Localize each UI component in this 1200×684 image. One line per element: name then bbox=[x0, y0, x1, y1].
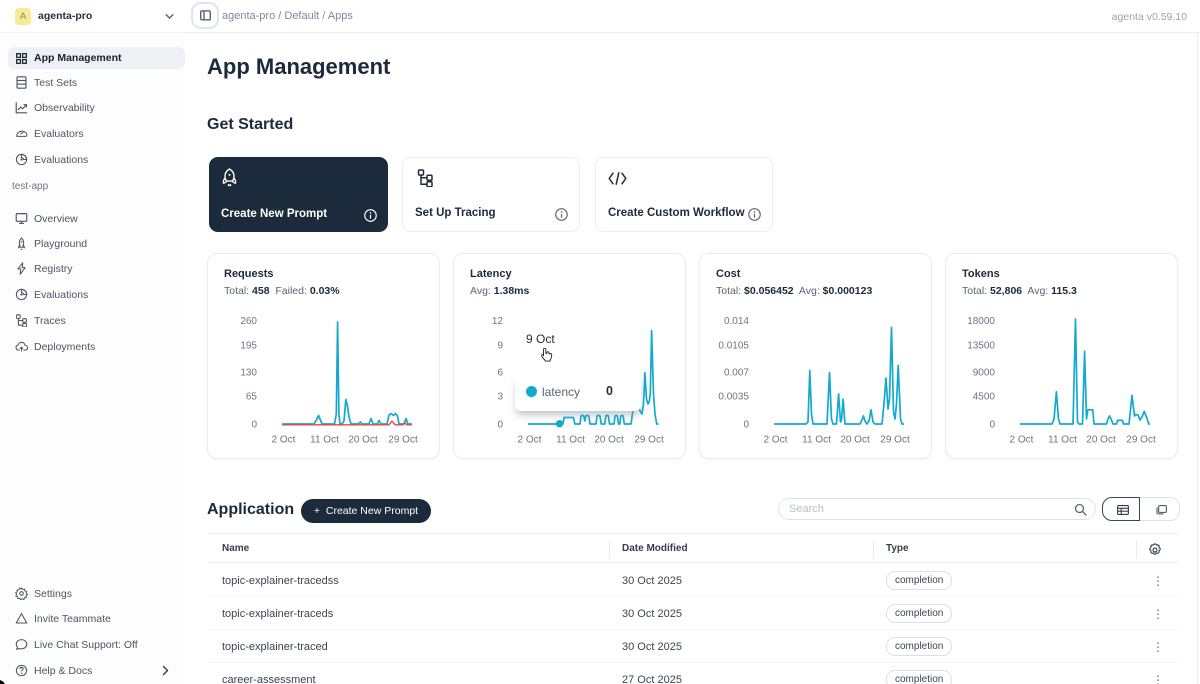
svg-text:11 Oct: 11 Oct bbox=[310, 435, 339, 446]
svg-text:29 Oct: 29 Oct bbox=[388, 435, 418, 446]
svg-text:0: 0 bbox=[251, 420, 257, 431]
svg-text:3: 3 bbox=[497, 392, 503, 403]
svg-text:2 Oct: 2 Oct bbox=[518, 435, 542, 446]
svg-text:20 Oct: 20 Oct bbox=[594, 435, 624, 446]
svg-text:20 Oct: 20 Oct bbox=[840, 435, 870, 446]
svg-text:20 Oct: 20 Oct bbox=[348, 435, 378, 446]
svg-text:0.0105: 0.0105 bbox=[718, 341, 749, 352]
svg-text:11 Oct: 11 Oct bbox=[1048, 435, 1077, 446]
svg-text:29 Oct: 29 Oct bbox=[1126, 435, 1156, 446]
svg-text:2 Oct: 2 Oct bbox=[272, 435, 296, 446]
svg-text:11 Oct: 11 Oct bbox=[556, 435, 585, 446]
svg-text:29 Oct: 29 Oct bbox=[634, 435, 664, 446]
svg-text:12: 12 bbox=[492, 316, 504, 327]
svg-text:13500: 13500 bbox=[967, 341, 995, 352]
svg-text:195: 195 bbox=[240, 341, 257, 352]
svg-text:6: 6 bbox=[497, 368, 503, 379]
svg-text:0: 0 bbox=[743, 420, 749, 431]
svg-text:18000: 18000 bbox=[967, 316, 995, 327]
svg-text:4500: 4500 bbox=[973, 392, 996, 403]
svg-text:65: 65 bbox=[246, 392, 258, 403]
svg-text:9: 9 bbox=[497, 341, 503, 352]
svg-text:0.0035: 0.0035 bbox=[718, 392, 749, 403]
svg-text:11 Oct: 11 Oct bbox=[802, 435, 831, 446]
svg-text:29 Oct: 29 Oct bbox=[880, 435, 910, 446]
svg-text:0: 0 bbox=[989, 420, 995, 431]
svg-text:0.014: 0.014 bbox=[724, 316, 749, 327]
svg-text:0: 0 bbox=[497, 420, 503, 431]
svg-text:260: 260 bbox=[240, 316, 257, 327]
svg-text:2 Oct: 2 Oct bbox=[1010, 435, 1034, 446]
svg-text:0.007: 0.007 bbox=[724, 368, 749, 379]
svg-text:130: 130 bbox=[240, 368, 257, 379]
svg-text:9000: 9000 bbox=[973, 368, 996, 379]
svg-text:20 Oct: 20 Oct bbox=[1086, 435, 1116, 446]
svg-text:2 Oct: 2 Oct bbox=[764, 435, 788, 446]
